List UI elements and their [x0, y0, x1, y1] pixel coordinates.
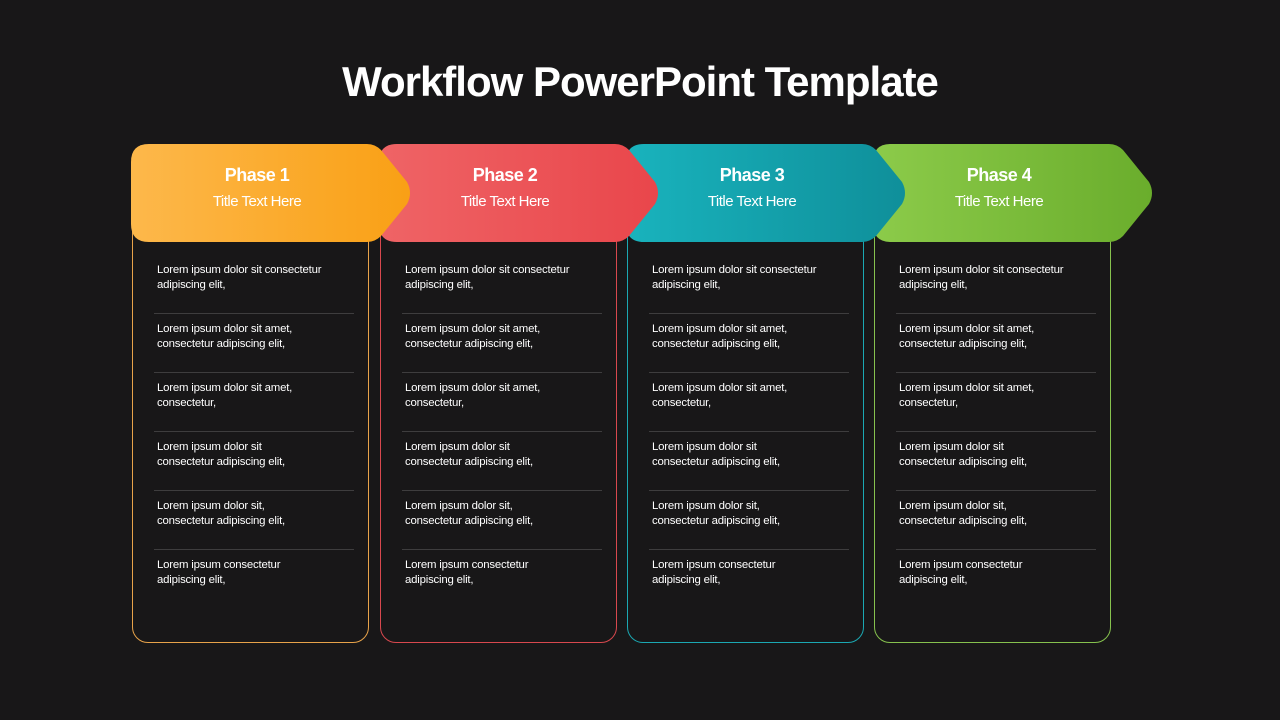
list-item: Lorem ipsum dolor sit amet, consectetur, — [649, 373, 849, 432]
list-item: Lorem ipsum dolor sit consectetur adipisc… — [154, 432, 354, 491]
list-item: Lorem ipsum dolor sit consectetur adipisc… — [154, 255, 354, 314]
phase-label: Phase 4 — [966, 165, 1032, 185]
list-item: Lorem ipsum consectetur adipiscing elit, — [157, 559, 281, 586]
list-item: Lorem ipsum dolor sit amet, consectetur a… — [896, 314, 1096, 373]
list-item: Lorem ipsum dolor sit, consectetur adipis… — [154, 491, 354, 550]
slide-title: Workflow PowerPoint Template — [342, 58, 939, 105]
list-item: Lorem ipsum consectetur adipiscing elit, — [405, 559, 529, 586]
list-item: Lorem ipsum dolor sit consectetur adipisc… — [649, 255, 849, 314]
phase-item-list: Lorem ipsum dolor sit consectetur adipisc… — [649, 255, 849, 609]
phase-subtitle: Title Text Here — [212, 193, 302, 210]
list-item: Lorem ipsum consectetur adipiscing elit, — [899, 559, 1023, 586]
phase-subtitle: Title Text Here — [707, 193, 797, 210]
phase-subtitle: Title Text Here — [460, 193, 550, 210]
list-item: Lorem ipsum dolor sit consectetur adipisc… — [402, 432, 602, 491]
list-item: Lorem ipsum dolor sit consectetur adipisc… — [402, 255, 602, 314]
phase-label: Phase 2 — [472, 165, 538, 185]
phase-item-list: Lorem ipsum dolor sit consectetur adipisc… — [154, 255, 354, 609]
phase-header-4: Phase 4 Title Text Here — [873, 144, 1155, 242]
phase-item-list: Lorem ipsum dolor sit consectetur adipisc… — [896, 255, 1096, 609]
phase-label: Phase 3 — [719, 165, 785, 185]
list-item: Lorem ipsum dolor sit amet, consectetur, — [154, 373, 354, 432]
phase-label: Phase 1 — [224, 165, 290, 185]
list-item: Lorem ipsum dolor sit amet, consectetur, — [402, 373, 602, 432]
list-item: Lorem ipsum dolor sit, consectetur adipis… — [649, 491, 849, 550]
list-item: Lorem ipsum consectetur adipiscing elit, — [652, 559, 776, 586]
phase-subtitle: Title Text Here — [954, 193, 1044, 210]
list-item: Lorem ipsum dolor sit, consectetur adipis… — [402, 491, 602, 550]
phase-header-2: Phase 2 Title Text Here — [379, 144, 661, 242]
list-item: Lorem ipsum dolor sit amet, consectetur a… — [402, 314, 602, 373]
list-item: Lorem ipsum dolor sit amet, consectetur, — [896, 373, 1096, 432]
list-item: Lorem ipsum dolor sit amet, consectetur a… — [649, 314, 849, 373]
phase-item-list: Lorem ipsum dolor sit consectetur adipisc… — [402, 255, 602, 609]
list-item: Lorem ipsum dolor sit amet, consectetur a… — [154, 314, 354, 373]
list-item: Lorem ipsum dolor sit consectetur adipisc… — [896, 432, 1096, 491]
phase-header-3: Phase 3 Title Text Here — [626, 144, 908, 242]
list-item: Lorem ipsum dolor sit consectetur adipisc… — [649, 432, 849, 491]
list-item: Lorem ipsum dolor sit consectetur adipisc… — [896, 255, 1096, 314]
phase-header-1: Phase 1 Title Text Here — [131, 144, 413, 242]
list-item: Lorem ipsum dolor sit, consectetur adipis… — [896, 491, 1096, 550]
